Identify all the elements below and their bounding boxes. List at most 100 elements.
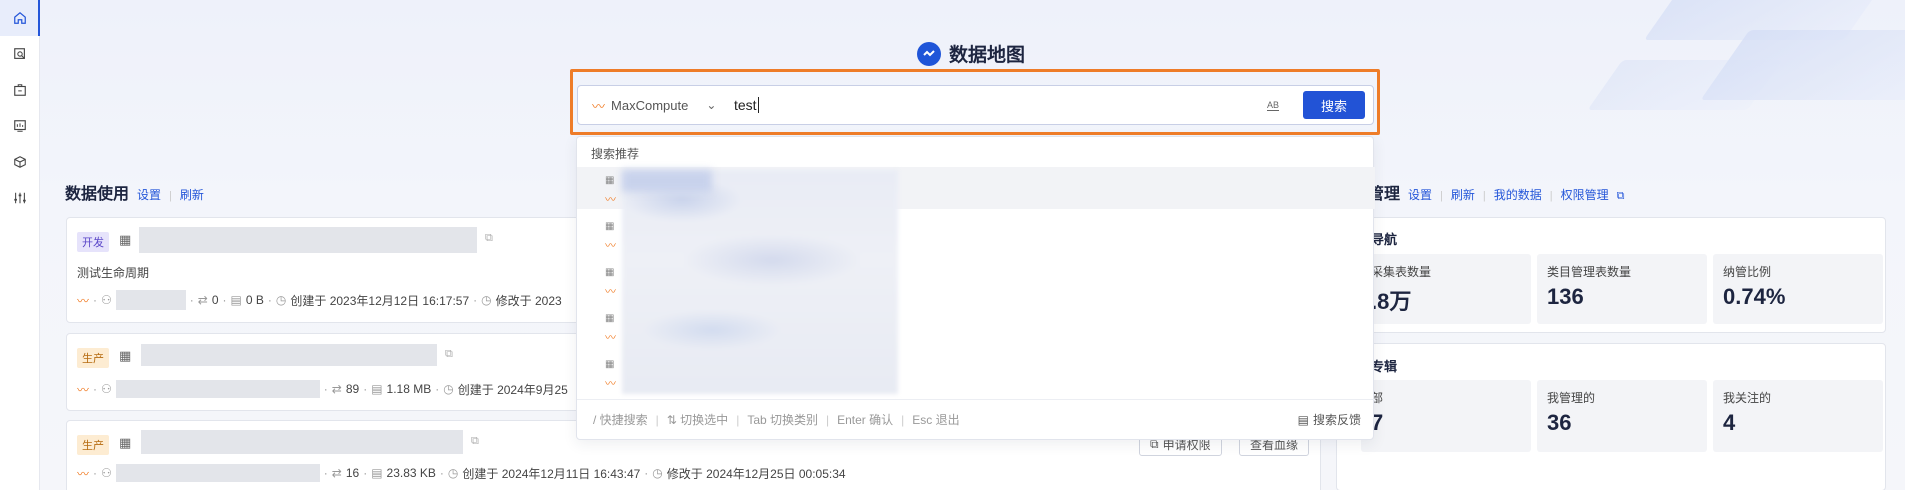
page-header: 数据地图: [917, 40, 1025, 67]
modified-time: 修改于 2024年12月25日 00:05:34: [666, 466, 846, 481]
user-icon: ⚇: [101, 293, 112, 307]
usage-refresh-link[interactable]: 刷新: [180, 186, 204, 203]
navigation-panel: 导航 采集表数量 .8万 类目管理表数量 136 纳管比例 0.74%: [1336, 217, 1886, 333]
album-managed[interactable]: 我管理的 36: [1537, 380, 1707, 452]
search-button[interactable]: 搜索: [1303, 91, 1365, 119]
rail-cube[interactable]: [0, 144, 40, 180]
my-data-link[interactable]: 我的数据: [1494, 186, 1542, 203]
search-input[interactable]: test: [734, 97, 1267, 113]
home-icon: [14, 11, 26, 24]
manage-refresh-link[interactable]: 刷新: [1451, 186, 1475, 203]
table-icon: ▦: [119, 348, 132, 363]
rail-home[interactable]: [0, 0, 40, 36]
redacted-table-name[interactable]: [141, 344, 437, 366]
user-icon: ⚇: [101, 382, 112, 396]
storage-size: 23.83 KB: [386, 466, 436, 480]
search-feedback-link[interactable]: ▤ 搜索反馈: [1298, 411, 1361, 428]
storage-icon: ▤: [371, 466, 383, 480]
table-icon: ▦: [119, 435, 132, 450]
redacted-owner: [115, 380, 320, 398]
maxcompute-icon: 〰: [605, 194, 616, 206]
search-bar: 〰 MaxCompute ⌄ test AB 搜索: [577, 85, 1374, 125]
permission-manage-link[interactable]: 权限管理: [1561, 186, 1609, 203]
maxcompute-icon: 〰: [77, 466, 90, 481]
maxcompute-icon: 〰: [605, 286, 616, 298]
hint-quick-search: / 快捷搜索: [593, 413, 648, 427]
page-title: 数据地图: [949, 45, 1026, 66]
redacted-table-name[interactable]: [139, 227, 477, 253]
clock-icon: ◷: [443, 382, 454, 396]
left-rail: [0, 0, 40, 490]
chevron-down-icon: ⌄: [706, 98, 717, 112]
card-meta: 〰 · ⚇ · ⇄ 16 · ▤ 23.83 KB · ◷ 创建于 2024年12月11…: [77, 464, 846, 482]
data-search-icon: [14, 48, 25, 59]
maxcompute-icon: 〰: [77, 382, 90, 397]
modified-clock-icon: ◷: [481, 293, 492, 307]
user-icon: ⚇: [101, 466, 112, 480]
lineage-count: 0: [211, 293, 219, 307]
lineage-count: 89: [345, 382, 360, 396]
table-icon: ▦: [605, 175, 615, 186]
album-all[interactable]: 部 7: [1361, 380, 1531, 452]
rail-settings[interactable]: [0, 180, 40, 216]
table-icon: ▦: [605, 313, 615, 324]
maxcompute-icon: 〰: [605, 240, 616, 252]
search-footer: / 快捷搜索 | ⇅ 切换选中 | Tab 切换类别 | Enter 确认 | Esc …: [577, 399, 1375, 439]
cube-icon: [14, 156, 26, 168]
table-icon: ▦: [605, 267, 615, 278]
created-time: 创建于 2023年12月12日 16:17:57: [290, 293, 470, 308]
usage-title: 数据使用: [65, 186, 130, 203]
lineage-icon: ⇄: [197, 293, 208, 307]
table-icon: ▦: [605, 221, 615, 232]
storage-icon: ▤: [230, 293, 242, 307]
maxcompute-icon: 〰: [77, 293, 90, 308]
storage-icon: ▤: [371, 382, 383, 396]
feedback-icon: ▤: [1297, 412, 1309, 427]
album-followed[interactable]: 我关注的 4: [1713, 380, 1883, 452]
manage-section-header: 管理 设置 | 刷新 | 我的数据 | 权限管理 ⧉: [1368, 180, 1625, 204]
copy-icon[interactable]: ⧉: [471, 435, 479, 448]
match-case-toggle[interactable]: AB: [1266, 100, 1279, 111]
stat-managed-ratio[interactable]: 纳管比例 0.74%: [1713, 254, 1883, 324]
stat-collected-tables[interactable]: 采集表数量 .8万: [1361, 254, 1531, 324]
redacted-table-name[interactable]: [141, 430, 463, 454]
card-meta: 〰 · ⚇ · ⇄ 0 · ▤ 0 B · ◷ 创建于 2023年12月12日 16:1…: [77, 290, 562, 310]
table-icon: ▦: [119, 232, 132, 247]
maxcompute-icon: 〰: [605, 378, 616, 390]
package-icon: [14, 84, 26, 96]
rail-data-package[interactable]: [0, 72, 40, 108]
copy-icon[interactable]: ⧉: [445, 348, 453, 361]
env-tag: 开发: [77, 232, 109, 252]
rail-dashboard[interactable]: [0, 108, 40, 144]
maxcompute-icon: 〰: [605, 332, 616, 344]
table-icon: ▦: [605, 359, 615, 370]
maxcompute-icon: 〰: [592, 98, 606, 114]
storage-size: 0 B: [245, 293, 264, 307]
dashboard-icon: [14, 120, 26, 132]
data-map-logo-icon: [917, 41, 941, 66]
copy-icon[interactable]: ⧉: [485, 232, 493, 245]
redacted-suggestions: [622, 170, 898, 394]
redacted-owner: [115, 464, 320, 482]
stat-category-tables[interactable]: 类目管理表数量 136: [1537, 254, 1707, 324]
storage-size: 1.18 MB: [386, 382, 432, 396]
env-tag: 生产: [77, 435, 109, 455]
usage-settings-link[interactable]: 设置: [137, 186, 161, 203]
rail-data-search[interactable]: [0, 36, 40, 72]
created-time: 创建于 2024年9月25: [457, 382, 568, 397]
clock-icon: ◷: [275, 293, 287, 307]
lineage-icon: ⇄: [331, 382, 342, 396]
env-tag: 生产: [77, 348, 109, 368]
card-meta: 〰 · ⚇ · ⇄ 89 · ▤ 1.18 MB · ◷ 创建于 2024年9月25: [77, 380, 568, 398]
album-panel: 专辑 部 7 我管理的 36 我关注的 4: [1336, 343, 1886, 490]
lineage-count: 16: [345, 466, 360, 480]
manage-settings-link[interactable]: 设置: [1408, 186, 1432, 203]
hint-exit: Esc 退出: [912, 413, 960, 427]
text-cursor: [757, 97, 759, 113]
source-selector[interactable]: 〰 MaxCompute ⌄: [578, 96, 734, 115]
usage-section-header: 数据使用 设置 | 刷新: [65, 180, 204, 204]
sliders-icon: [14, 192, 26, 204]
external-link-icon[interactable]: ⧉: [1617, 190, 1625, 203]
modified-time: 修改于 2023: [495, 293, 562, 308]
lineage-icon: ⇄: [331, 466, 342, 480]
